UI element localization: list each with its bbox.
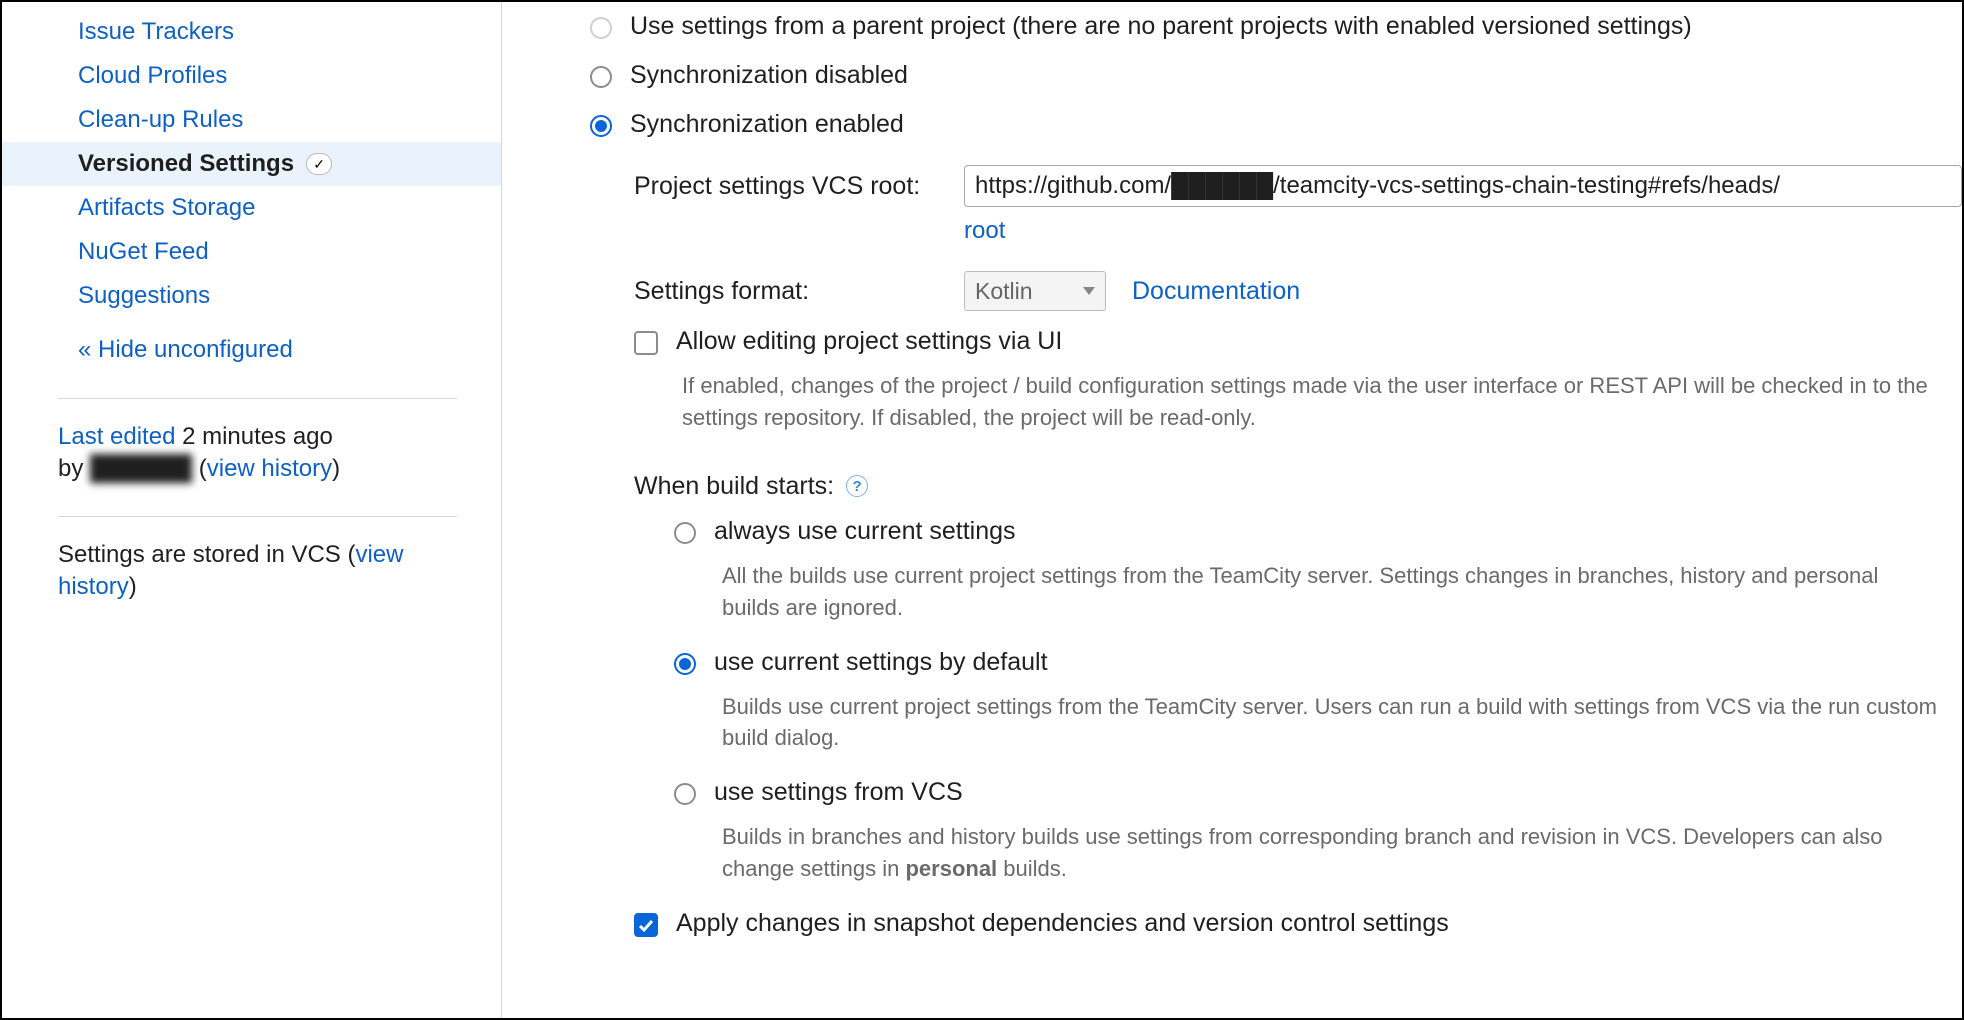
last-edited-link[interactable]: Last edited: [58, 423, 175, 450]
sidebar-item-suggestions[interactable]: Suggestions: [2, 274, 501, 318]
settings-format-select[interactable]: Kotlin: [964, 271, 1106, 311]
settings-format-row: Settings format: Kotlin Documentation: [590, 255, 1962, 317]
chevron-down-icon: [1083, 287, 1095, 295]
allow-editing-checkbox[interactable]: Allow editing project settings via UI: [590, 317, 1962, 366]
apply-changes-checkbox[interactable]: Apply changes in snapshot dependencies a…: [590, 899, 1962, 948]
vcs-root-input[interactable]: [964, 165, 1962, 207]
sidebar-item-cloud-profiles[interactable]: Cloud Profiles: [2, 54, 501, 98]
build-opt-always-current-desc: All the builds use current project setti…: [590, 556, 1962, 638]
radio-icon: [674, 653, 696, 675]
build-opt-from-vcs-desc: Builds in branches and history builds us…: [590, 817, 1962, 899]
build-opt-always-current[interactable]: always use current settings: [590, 507, 1962, 556]
last-edited-info: Last edited 2 minutes ago by ██████ (vie…: [2, 411, 501, 496]
sidebar-nav: Issue Trackers Cloud Profiles Clean-up R…: [2, 10, 501, 318]
root-link[interactable]: root: [964, 217, 1005, 244]
sync-option-enabled[interactable]: Synchronization enabled: [590, 100, 1962, 149]
help-icon[interactable]: ?: [846, 475, 868, 497]
sidebar-item-nuget-feed[interactable]: NuGet Feed: [2, 230, 501, 274]
sidebar-item-issue-trackers[interactable]: Issue Trackers: [2, 10, 501, 54]
allow-editing-desc: If enabled, changes of the project / bui…: [590, 366, 1962, 448]
main-content: Use settings from a parent project (ther…: [502, 2, 1962, 1018]
user-name: ██████: [90, 455, 192, 482]
vcs-root-row: Project settings VCS root:: [590, 149, 1962, 213]
view-history-link[interactable]: view history: [207, 455, 332, 482]
sidebar-item-versioned-settings[interactable]: Versioned Settings ✓: [2, 142, 501, 186]
radio-icon: [590, 17, 612, 39]
checkbox-icon: [634, 913, 658, 937]
vcs-root-label: Project settings VCS root:: [634, 172, 938, 201]
sidebar: Issue Trackers Cloud Profiles Clean-up R…: [2, 2, 502, 1018]
build-opt-current-default[interactable]: use current settings by default: [590, 638, 1962, 687]
when-build-starts-label: When build starts: ?: [590, 448, 1962, 507]
stored-in-vcs-info: Settings are stored in VCS (view history…: [2, 529, 501, 614]
divider: [58, 516, 457, 517]
check-icon: ✓: [306, 153, 332, 175]
radio-icon: [590, 115, 612, 137]
radio-icon: [674, 522, 696, 544]
build-opt-from-vcs[interactable]: use settings from VCS: [590, 768, 1962, 817]
sync-option-parent[interactable]: Use settings from a parent project (ther…: [590, 2, 1962, 51]
documentation-link[interactable]: Documentation: [1132, 277, 1300, 306]
radio-icon: [590, 66, 612, 88]
sync-option-disabled[interactable]: Synchronization disabled: [590, 51, 1962, 100]
sidebar-item-cleanup-rules[interactable]: Clean-up Rules: [2, 98, 501, 142]
settings-format-label: Settings format:: [634, 277, 938, 306]
hide-unconfigured-link[interactable]: « Hide unconfigured: [2, 318, 501, 378]
divider: [58, 398, 457, 399]
build-opt-current-default-desc: Builds use current project settings from…: [590, 687, 1962, 769]
checkbox-icon: [634, 331, 658, 355]
sidebar-item-artifacts-storage[interactable]: Artifacts Storage: [2, 186, 501, 230]
radio-icon: [674, 783, 696, 805]
